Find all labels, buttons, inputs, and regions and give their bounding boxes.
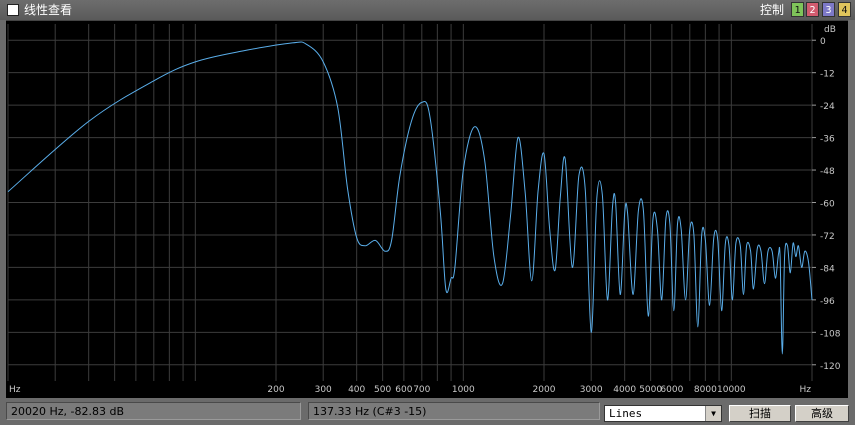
- x-tick-label: 400: [348, 385, 365, 395]
- x-tick-label: 1000: [452, 385, 475, 395]
- x-tick-label: 10000: [717, 385, 746, 395]
- x-tick-label: 2000: [533, 385, 556, 395]
- x-tick-label: 4000: [613, 385, 636, 395]
- x-tick-label: 700: [413, 385, 430, 395]
- x-tick-label: Hz: [800, 385, 812, 395]
- x-tick-label: 3000: [580, 385, 603, 395]
- channel-1-button[interactable]: 1: [791, 2, 804, 17]
- view-checkbox[interactable]: [7, 4, 19, 16]
- window-title: 线性查看: [24, 3, 73, 17]
- status-bar: 20020 Hz, -82.83 dB 137.33 Hz (C#3 -15): [0, 398, 855, 425]
- x-tick-label: Hz: [9, 385, 21, 395]
- plot-grid: [7, 24, 813, 381]
- cursor-readout: 20020 Hz, -82.83 dB: [6, 402, 301, 420]
- display-mode-select[interactable]: Lines ▼: [604, 405, 722, 422]
- channel-2-button[interactable]: 2: [806, 2, 819, 17]
- spectrum-plot[interactable]: 0 -12 -24 -36 -48 -60 -72 -84 -96 -108 -120 Hz 200 3…: [6, 21, 848, 399]
- x-tick-label: 600: [395, 385, 412, 395]
- control-label: 控制: [760, 3, 785, 17]
- title-bar: 线性查看 控制 1 2 3 4: [0, 0, 855, 20]
- y-tick-label: -72: [820, 232, 835, 242]
- display-mode-value: Lines: [609, 407, 643, 420]
- advanced-button[interactable]: 高级: [795, 405, 849, 422]
- peak-readout: 137.33 Hz (C#3 -15): [308, 402, 600, 420]
- y-tick-label: -36: [820, 135, 835, 145]
- y-tick-label: -60: [820, 200, 835, 210]
- y-tick-label: -48: [820, 167, 835, 177]
- x-tick-label: 6000: [660, 385, 683, 395]
- x-tick-label: 200: [267, 385, 284, 395]
- x-tick-label: 300: [315, 385, 332, 395]
- chevron-down-icon[interactable]: ▼: [705, 406, 721, 421]
- spectrum-plot-frame[interactable]: 0 -12 -24 -36 -48 -60 -72 -84 -96 -108 -120 Hz 200 3…: [6, 20, 848, 399]
- y-axis-ticks: 0 -12 -24 -36 -48 -60 -72 -84 -96 -108 -120: [812, 37, 841, 372]
- scan-button[interactable]: 扫描: [729, 405, 791, 422]
- y-tick-label: -12: [820, 70, 835, 80]
- spectrum-series-line: [7, 41, 813, 355]
- channel-3-button[interactable]: 3: [822, 2, 835, 17]
- x-axis-ticks: Hz 200 300 400 500 600 700 1000 2000 3000 4000 5000…: [9, 385, 811, 395]
- x-tick-label: 500: [374, 385, 391, 395]
- y-axis-unit-label: dB: [824, 25, 836, 35]
- y-tick-label: 0: [820, 37, 826, 47]
- x-tick-label: 5000: [639, 385, 662, 395]
- y-tick-label: -96: [820, 297, 835, 307]
- y-tick-label: -84: [820, 264, 835, 274]
- y-tick-label: -120: [820, 362, 841, 372]
- y-tick-label: -24: [820, 102, 835, 112]
- x-tick-label: 8000: [694, 385, 717, 395]
- y-tick-label: -108: [820, 329, 841, 339]
- channel-4-button[interactable]: 4: [838, 2, 851, 17]
